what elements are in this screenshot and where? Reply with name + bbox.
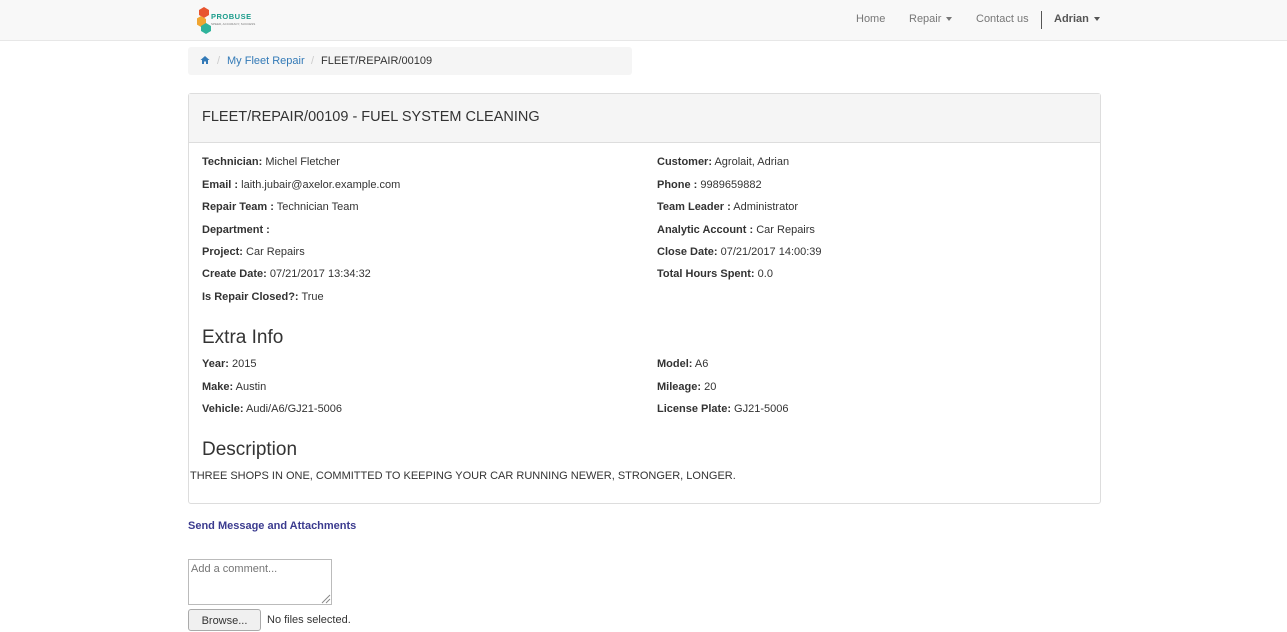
extra-info-heading: Extra Info <box>202 327 284 348</box>
user-name: Adrian <box>1054 13 1089 25</box>
field-team-leader: Team Leader : Administrator <box>657 201 799 213</box>
field-customer: Customer: Agrolait, Adrian <box>657 156 790 168</box>
field-is-repair-closed: Is Repair Closed?: True <box>202 291 324 303</box>
field-project: Project: Car Repairs <box>202 246 305 258</box>
panel-heading: FLEET/REPAIR/00109 - FUEL SYSTEM CLEANIN… <box>189 94 1100 143</box>
browse-files-button[interactable]: Browse... <box>188 609 261 631</box>
chevron-down-icon <box>1093 17 1100 22</box>
field-year: Year: 2015 <box>202 358 257 370</box>
nav-contact-link[interactable]: Contact us <box>976 13 1029 25</box>
field-analytic-account: Analytic Account : Car Repairs <box>657 224 815 236</box>
field-phone: Phone : 9989659882 <box>657 179 762 191</box>
field-close-date: Close Date: 07/21/2017 14:00:39 <box>657 246 822 258</box>
home-icon[interactable] <box>200 55 210 68</box>
field-repair-team: Repair Team : Technician Team <box>202 201 359 213</box>
repair-title: FLEET/REPAIR/00109 - FUEL SYSTEM CLEANIN… <box>202 109 540 125</box>
nav-divider <box>1041 11 1042 29</box>
company-logo[interactable]: PROBUSE SPEED, ACCURACY, SUCCESS <box>197 6 257 34</box>
field-vehicle: Vehicle: Audi/A6/GJ21-5006 <box>202 403 343 415</box>
logo-tagline: SPEED, ACCURACY, SUCCESS <box>211 22 256 26</box>
field-email: Email : laith.jubair@axelor.example.com <box>202 179 401 191</box>
file-status-text: No files selected. <box>267 614 351 626</box>
nav-repair-label: Repair <box>909 13 942 25</box>
breadcrumb-current: FLEET/REPAIR/00109 <box>321 55 433 67</box>
description-text: THREE SHOPS IN ONE, COMMITTED TO KEEPING… <box>190 470 736 482</box>
field-model: Model: A6 <box>657 358 709 370</box>
field-technician: Technician: Michel Fletcher <box>202 156 340 168</box>
field-license-plate: License Plate: GJ21-5006 <box>657 403 789 415</box>
repair-detail-panel: FLEET/REPAIR/00109 - FUEL SYSTEM CLEANIN… <box>188 93 1101 504</box>
field-mileage: Mileage: 20 <box>657 381 717 393</box>
logo-text: PROBUSE <box>211 12 252 21</box>
nav-home-link[interactable]: Home <box>856 13 885 25</box>
send-message-link[interactable]: Send Message and Attachments <box>188 520 356 532</box>
field-make: Make: Austin <box>202 381 267 393</box>
user-menu-dropdown[interactable]: Adrian <box>1054 13 1100 25</box>
logo-hexagons-icon <box>197 7 211 34</box>
breadcrumb-fleet-repair-link[interactable]: My Fleet Repair <box>227 55 305 67</box>
breadcrumb-separator: / <box>311 55 315 67</box>
breadcrumb: / My Fleet Repair / FLEET/REPAIR/00109 <box>188 47 632 75</box>
top-navbar: PROBUSE SPEED, ACCURACY, SUCCESS Home Re… <box>0 0 1287 41</box>
field-create-date: Create Date: 07/21/2017 13:34:32 <box>202 268 371 280</box>
breadcrumb-separator: / <box>217 55 221 67</box>
description-heading: Description <box>202 439 298 460</box>
comment-input[interactable] <box>188 559 332 605</box>
nav-repair-dropdown[interactable]: Repair <box>909 13 953 25</box>
field-department: Department : <box>202 224 270 236</box>
field-total-hours: Total Hours Spent: 0.0 <box>657 268 773 280</box>
resize-handle-icon[interactable] <box>320 593 331 604</box>
chevron-down-icon <box>946 17 953 22</box>
